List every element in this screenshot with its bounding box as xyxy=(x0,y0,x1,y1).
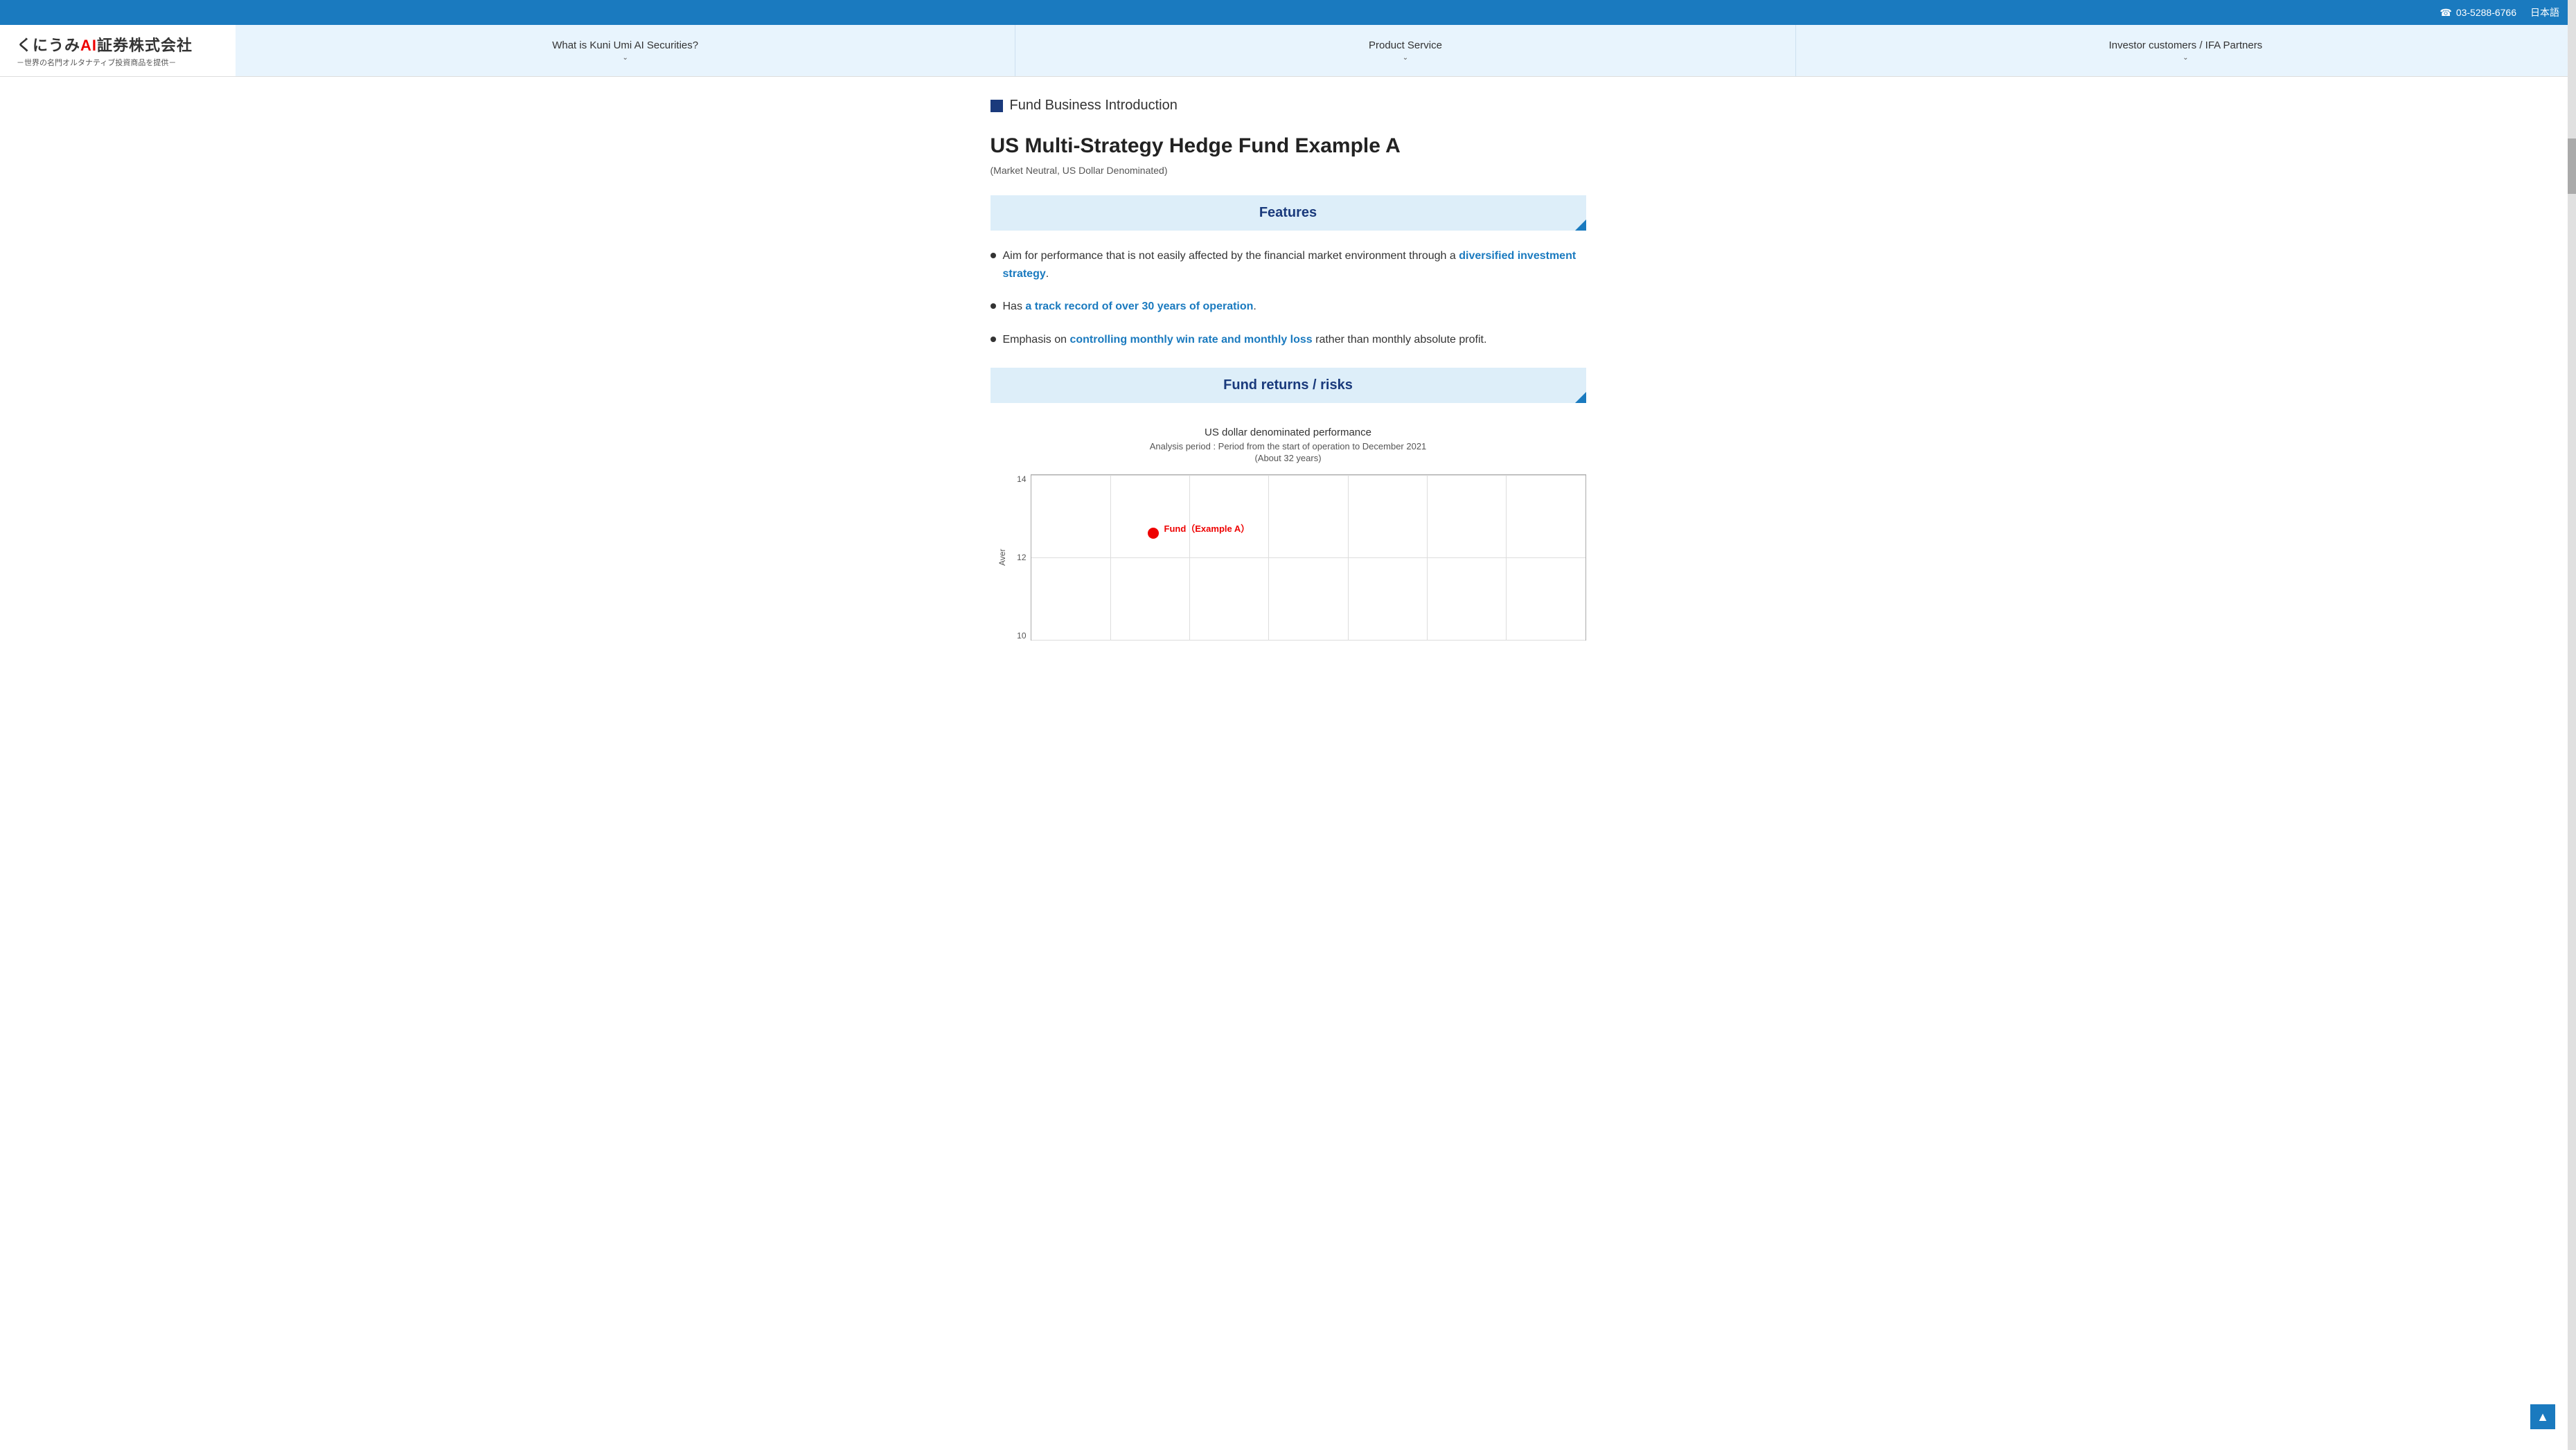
fund-returns-section: Fund returns / risks US dollar denominat… xyxy=(991,368,1586,647)
section-label: Fund Business Introduction xyxy=(991,98,1586,114)
grid-line-mid xyxy=(1031,557,1585,558)
bullet-icon xyxy=(991,253,996,258)
main-content: Fund Business Introduction US Multi-Stra… xyxy=(977,77,1600,668)
grid-vline-6 xyxy=(1506,475,1507,640)
fund-returns-header: Fund returns / risks xyxy=(991,368,1586,403)
grid-vline-2 xyxy=(1189,475,1190,640)
feature-text-2: Has a track record of over 30 years of o… xyxy=(1003,298,1256,316)
feature-highlight-3: controlling monthly win rate and monthly… xyxy=(1069,334,1312,346)
logo-ai: AI xyxy=(80,37,97,54)
feature-text-3-before: Emphasis on xyxy=(1003,334,1070,346)
header: くにうみAI証券株式会社 －世界の名門オルタナティブ投資商品を提供－ What … xyxy=(0,25,2576,77)
nav-label-product: Product Service xyxy=(1369,39,1442,51)
nav-item-product[interactable]: Product Service ⌄ xyxy=(1015,25,1795,76)
bullet-icon xyxy=(991,303,996,309)
feature-text-1: Aim for performance that is not easily a… xyxy=(1003,247,1586,283)
top-bar: ☎ 03-5288-6766 日本語 xyxy=(0,0,2576,25)
chart-container: US dollar denominated performance Analys… xyxy=(991,420,1586,647)
logo-part2: 証券株式会社 xyxy=(97,37,193,54)
logo-name: くにうみAI証券株式会社 xyxy=(17,33,193,55)
grid-vline-3 xyxy=(1268,475,1269,640)
feature-highlight-2: a track record of over 30 years of opera… xyxy=(1025,301,1253,312)
chart-y-label: Aver xyxy=(991,474,1011,641)
scrollbar-thumb[interactable] xyxy=(2568,138,2576,194)
nav-label-what: What is Kuni Umi AI Securities? xyxy=(552,39,698,51)
features-header: Features xyxy=(991,195,1586,231)
grid-vline-4 xyxy=(1348,475,1349,640)
phone-icon: ☎ xyxy=(2440,7,2451,19)
language-toggle[interactable]: 日本語 xyxy=(2530,6,2559,19)
chart-subtitle: Analysis period : Period from the start … xyxy=(991,441,1586,451)
fund-dot xyxy=(1148,528,1159,539)
scrollbar-track[interactable] xyxy=(2568,0,2576,1450)
chart-title: US dollar denominated performance xyxy=(991,427,1586,438)
chart-period: (About 32 years) xyxy=(991,453,1586,463)
chevron-down-icon: ⌄ xyxy=(2183,54,2188,62)
grid-vline-5 xyxy=(1427,475,1428,640)
feature-text-3-after: rather than monthly absolute profit. xyxy=(1313,334,1487,346)
grid-line-bottom xyxy=(1031,640,1585,641)
chevron-down-icon: ⌄ xyxy=(1403,54,1408,62)
chevron-down-icon: ⌄ xyxy=(622,54,628,62)
scroll-to-top-button[interactable]: ▲ xyxy=(2530,1404,2555,1429)
main-nav: What is Kuni Umi AI Securities? ⌄ Produc… xyxy=(236,25,2576,76)
nav-label-investor: Investor customers / IFA Partners xyxy=(2108,39,2262,51)
feature-item-3: Emphasis on controlling monthly win rate… xyxy=(991,331,1586,349)
fund-label: Fund（Example A） xyxy=(1164,521,1250,535)
fund-subtitle: (Market Neutral, US Dollar Denominated) xyxy=(991,165,1586,176)
chart-grid: Fund（Example A） xyxy=(1031,474,1586,641)
logo-section: くにうみAI証券株式会社 －世界の名門オルタナティブ投資商品を提供－ xyxy=(0,25,236,76)
feature-text-2-after: . xyxy=(1253,301,1256,312)
section-label-icon xyxy=(991,100,1003,112)
logo-tagline: －世界の名門オルタナティブ投資商品を提供－ xyxy=(17,57,193,68)
y-tick-12: 12 xyxy=(1015,553,1027,562)
nav-item-investor[interactable]: Investor customers / IFA Partners ⌄ xyxy=(1796,25,2576,76)
grid-line-top xyxy=(1031,475,1585,476)
y-tick-14: 14 xyxy=(1015,474,1027,484)
section-label-text: Fund Business Introduction xyxy=(1010,98,1178,114)
logo: くにうみAI証券株式会社 －世界の名門オルタナティブ投資商品を提供－ xyxy=(17,33,193,68)
features-list: Aim for performance that is not easily a… xyxy=(991,247,1586,348)
feature-item-1: Aim for performance that is not easily a… xyxy=(991,247,1586,283)
logo-part1: くにうみ xyxy=(17,37,80,54)
nav-item-what[interactable]: What is Kuni Umi AI Securities? ⌄ xyxy=(236,25,1015,76)
feature-item-2: Has a track record of over 30 years of o… xyxy=(991,298,1586,316)
arrow-up-icon: ▲ xyxy=(2537,1410,2549,1424)
y-tick-10: 10 xyxy=(1015,631,1027,641)
corner-decoration xyxy=(1575,220,1586,231)
feature-text-1-before: Aim for performance that is not easily a… xyxy=(1003,250,1459,262)
features-title: Features xyxy=(1259,205,1317,221)
chart-y-axis: 14 12 10 xyxy=(1011,474,1031,641)
fund-returns-title: Fund returns / risks xyxy=(1223,377,1353,393)
fund-title: US Multi-Strategy Hedge Fund Example A xyxy=(991,134,1586,158)
feature-text-3: Emphasis on controlling monthly win rate… xyxy=(1003,331,1487,349)
feature-text-2-before: Has xyxy=(1003,301,1026,312)
bullet-icon xyxy=(991,337,996,342)
phone-number: ☎ 03-5288-6766 xyxy=(2440,7,2516,19)
grid-vline-1 xyxy=(1110,475,1111,640)
chart-area: Aver 14 12 10 xyxy=(991,474,1586,641)
corner-decoration xyxy=(1575,392,1586,403)
feature-text-1-after: . xyxy=(1046,268,1049,280)
phone-text: 03-5288-6766 xyxy=(2456,7,2516,18)
